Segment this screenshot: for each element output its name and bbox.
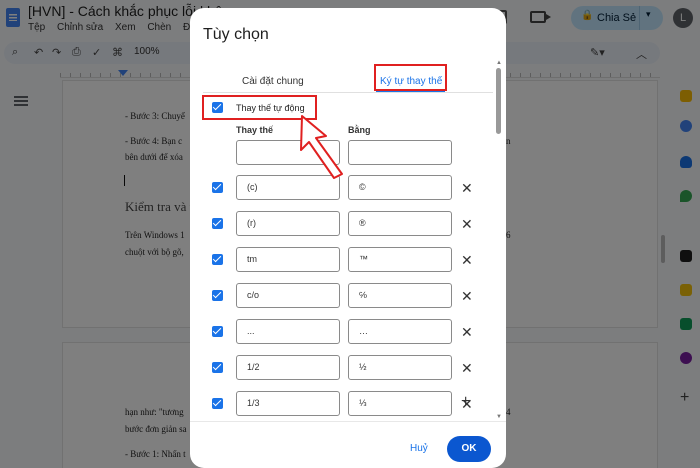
tabs-divider bbox=[203, 92, 493, 93]
delete-row-icon[interactable]: ✕ bbox=[461, 361, 473, 375]
cancel-button[interactable]: Huỷ bbox=[410, 443, 428, 454]
dialog-scrollbar[interactable] bbox=[496, 68, 501, 134]
with-input[interactable]: ℅ bbox=[348, 283, 452, 308]
scroll-down-icon[interactable]: ▼ bbox=[496, 414, 502, 420]
with-input[interactable]: ⅓ bbox=[348, 391, 452, 416]
add-row-icon[interactable]: + bbox=[461, 394, 470, 410]
row-checkbox[interactable] bbox=[212, 218, 223, 229]
new-with-input[interactable] bbox=[348, 140, 452, 165]
row-checkbox[interactable] bbox=[212, 254, 223, 265]
column-header-with: Bằng bbox=[348, 125, 371, 135]
delete-row-icon[interactable]: ✕ bbox=[461, 217, 473, 231]
with-input[interactable]: ® bbox=[348, 211, 452, 236]
row-checkbox[interactable] bbox=[212, 398, 223, 409]
delete-row-icon[interactable]: ✕ bbox=[461, 325, 473, 339]
replace-input[interactable]: 1/2 bbox=[236, 355, 340, 380]
dialog-title: Tùy chọn bbox=[203, 26, 269, 43]
delete-row-icon[interactable]: ✕ bbox=[461, 289, 473, 303]
row-checkbox[interactable] bbox=[212, 362, 223, 373]
scroll-up-icon[interactable]: ▲ bbox=[496, 60, 502, 66]
delete-row-icon[interactable]: ✕ bbox=[461, 253, 473, 267]
options-dialog: Tùy chọn Cài đặt chung Ký tự thay thế Th… bbox=[190, 8, 506, 468]
replace-input[interactable]: c/o bbox=[236, 283, 340, 308]
row-checkbox[interactable] bbox=[212, 326, 223, 337]
replace-input[interactable]: (r) bbox=[236, 211, 340, 236]
replace-input[interactable]: tm bbox=[236, 247, 340, 272]
auto-substitution-label: Thay thế tự động bbox=[236, 103, 305, 113]
with-input[interactable]: ½ bbox=[348, 355, 452, 380]
footer-divider bbox=[190, 421, 506, 422]
with-input[interactable]: … bbox=[348, 319, 452, 344]
ok-button[interactable]: OK bbox=[447, 436, 491, 462]
auto-substitution-checkbox[interactable] bbox=[212, 102, 223, 113]
annotation-arrow-icon bbox=[300, 115, 343, 179]
replace-input[interactable]: 1/3 bbox=[236, 391, 340, 416]
row-checkbox[interactable] bbox=[212, 290, 223, 301]
column-header-replace: Thay thế bbox=[236, 125, 274, 135]
row-checkbox[interactable] bbox=[212, 182, 223, 193]
with-input[interactable]: ™ bbox=[348, 247, 452, 272]
replace-input[interactable]: ... bbox=[236, 319, 340, 344]
with-input[interactable]: © bbox=[348, 175, 452, 200]
delete-row-icon[interactable]: ✕ bbox=[461, 181, 473, 195]
tab-general-settings[interactable]: Cài đặt chung bbox=[242, 76, 304, 87]
highlight-box bbox=[374, 64, 447, 91]
